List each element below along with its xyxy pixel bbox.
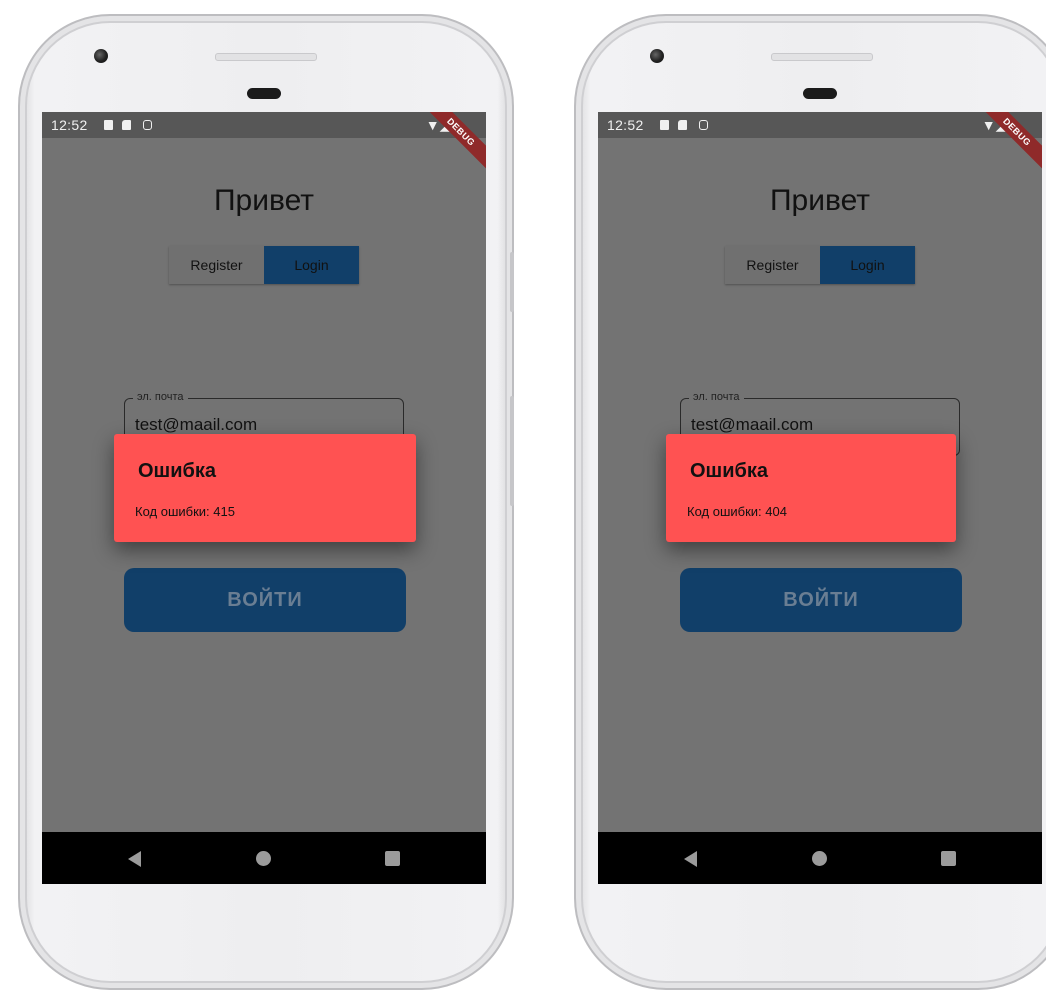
sync-icon	[699, 120, 708, 130]
greeting-title: Привет	[769, 184, 871, 217]
dialog-title: Ошибка	[690, 460, 769, 482]
error-dialog: Ошибка Код ошибки: 415	[114, 434, 416, 542]
login-toggle[interactable]: Login	[820, 246, 915, 284]
notification-icon	[660, 120, 669, 130]
login-button[interactable]: ВОЙТИ	[680, 568, 962, 632]
email-label: эл. почта	[689, 391, 744, 403]
login-button[interactable]: ВОЙТИ	[124, 568, 406, 632]
dialog-message: Код ошибки: 415	[135, 504, 235, 519]
volume-button	[510, 252, 514, 312]
power-button	[510, 396, 514, 506]
home-icon[interactable]	[812, 851, 827, 866]
auth-mode-toggle[interactable]: Register Login	[725, 246, 915, 284]
status-time: 12:52	[51, 117, 88, 133]
front-camera	[650, 49, 664, 63]
greeting-title: Привет	[213, 184, 315, 217]
email-value[interactable]: test@maail.com	[135, 415, 257, 435]
speaker-grille	[215, 53, 317, 61]
status-time: 12:52	[607, 117, 644, 133]
login-toggle[interactable]: Login	[264, 246, 359, 284]
speaker-grille	[771, 53, 873, 61]
back-icon[interactable]	[128, 851, 141, 867]
nav-bar	[598, 832, 1042, 884]
nav-bar	[42, 832, 486, 884]
email-label: эл. почта	[133, 391, 188, 403]
front-camera	[94, 49, 108, 63]
sd-card-icon	[122, 120, 131, 130]
phone-frame-right: 12:52 ▼◢ ▮ DEBUG Привет Register Login э…	[574, 14, 1046, 990]
recents-icon[interactable]	[941, 851, 956, 866]
auth-mode-toggle[interactable]: Register Login	[169, 246, 359, 284]
app-screen: 12:52 ▼◢ ▮ DEBUG Привет Register Login э…	[42, 112, 486, 884]
sd-card-icon	[678, 120, 687, 130]
sync-icon	[143, 120, 152, 130]
recents-icon[interactable]	[385, 851, 400, 866]
phone-frame-left: 12:52 ▼◢ ▮ DEBUG Привет Register Login э…	[18, 14, 514, 990]
dialog-title: Ошибка	[138, 460, 217, 482]
back-icon[interactable]	[684, 851, 697, 867]
status-bar: 12:52 ▼◢ ▮	[598, 112, 1042, 138]
notification-icon	[104, 120, 113, 130]
earpiece	[247, 88, 281, 99]
register-toggle[interactable]: Register	[169, 246, 264, 284]
status-bar: 12:52 ▼◢ ▮	[42, 112, 486, 138]
app-screen: 12:52 ▼◢ ▮ DEBUG Привет Register Login э…	[598, 112, 1042, 884]
register-toggle[interactable]: Register	[725, 246, 820, 284]
email-value[interactable]: test@maail.com	[691, 415, 813, 435]
error-dialog: Ошибка Код ошибки: 404	[666, 434, 956, 542]
home-icon[interactable]	[256, 851, 271, 866]
earpiece	[803, 88, 837, 99]
dialog-message: Код ошибки: 404	[687, 504, 787, 519]
